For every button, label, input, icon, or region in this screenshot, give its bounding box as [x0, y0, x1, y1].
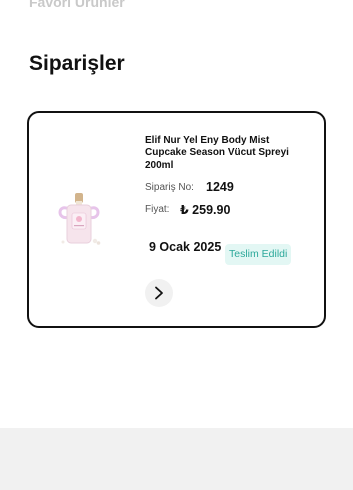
order-number-value: 1249	[206, 180, 234, 194]
order-date: 9 Ocak 2025	[149, 240, 222, 254]
orders-page: Favori Ürünler Siparişler Elif Nur Yel E…	[0, 0, 353, 490]
order-detail-button[interactable]	[145, 279, 173, 307]
content-area: Favori Ürünler Siparişler Elif Nur Yel E…	[0, 0, 353, 428]
price-label: Fiyat:	[145, 204, 170, 215]
order-card[interactable]: Elif Nur Yel Eny Body Mist Cupcake Seaso…	[27, 111, 326, 328]
product-image	[58, 193, 101, 245]
favorites-section-title: Favori Ürünler	[29, 0, 125, 10]
price-value: ₺ 259.90	[180, 203, 231, 217]
chevron-right-icon	[155, 286, 163, 300]
orders-section-title: Siparişler	[29, 52, 125, 75]
status-badge: Teslim Edildi	[225, 244, 292, 265]
footer-band	[0, 428, 353, 490]
product-name[interactable]: Elif Nur Yel Eny Body Mist Cupcake Seaso…	[145, 135, 295, 172]
order-number-label: Sipariş No:	[145, 182, 194, 193]
